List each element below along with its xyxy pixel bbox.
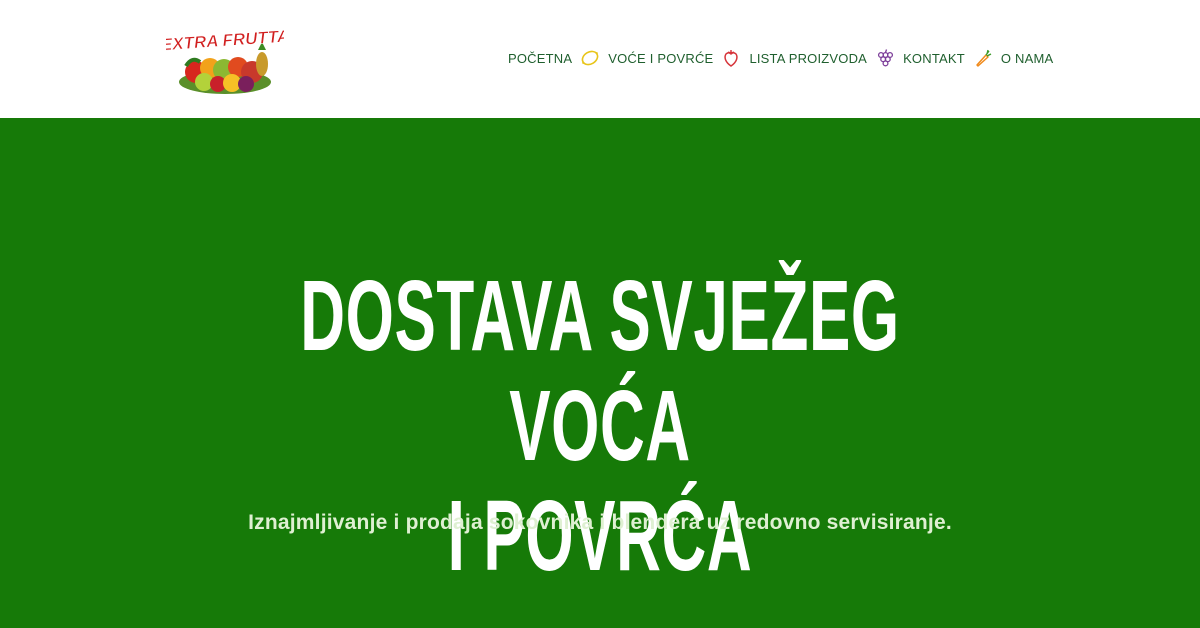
hero-title-line-2: I POVRĆA: [447, 480, 753, 592]
logo-fruit-basket: EXTRA FRUTTA: [160, 26, 290, 94]
hero-subtitle: Iznajmljivanje i prodaja sokovnika i ble…: [248, 511, 952, 534]
nav-item-kontakt[interactable]: KONTAKT: [903, 51, 965, 66]
strawberry-icon: [721, 48, 741, 68]
nav-item-voce-i-povrce[interactable]: VOĆE I POVRĆE: [608, 51, 713, 66]
hero-title: DOSTAVA SVJEŽEG VOĆA I POVRĆA: [228, 261, 972, 591]
site-logo[interactable]: EXTRA FRUTTA: [160, 20, 290, 98]
hero-title-line-1: DOSTAVA SVJEŽEG VOĆA: [300, 260, 900, 482]
main-navigation: POČETNA VOĆE I POVRĆE LISTA PROIZVODA KO…: [508, 46, 1053, 70]
carrot-icon: [973, 48, 993, 68]
nav-item-o-nama[interactable]: O NAMA: [1001, 51, 1053, 66]
lemon-icon: [580, 48, 600, 68]
nav-item-lista-proizvoda[interactable]: LISTA PROIZVODA: [749, 51, 867, 66]
site-header: EXTRA FRUTTA POČETNA VOĆE I POVRĆE LISTA…: [0, 0, 1200, 118]
grapes-icon: [875, 48, 895, 68]
logo-text: EXTRA FRUTTA: [166, 27, 284, 55]
nav-item-pocetna[interactable]: POČETNA: [508, 51, 572, 66]
hero-section: DOSTAVA SVJEŽEG VOĆA I POVRĆA Iznajmljiv…: [0, 118, 1200, 628]
